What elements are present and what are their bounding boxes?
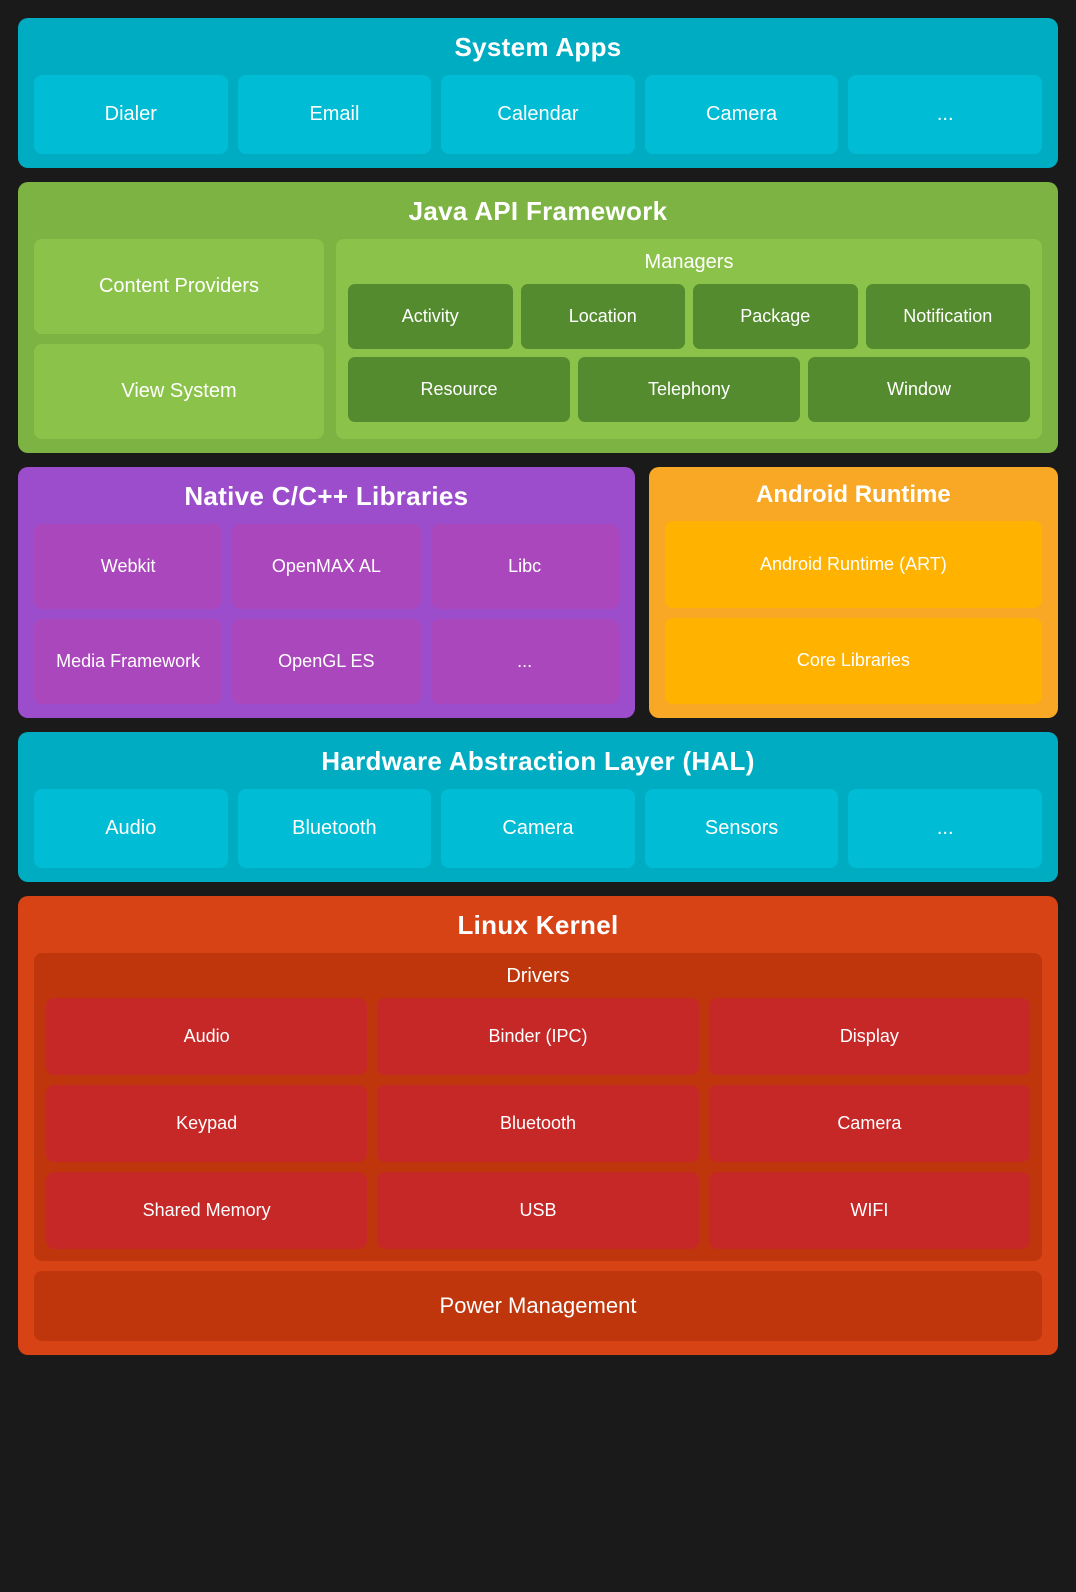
- view-system-box: View System: [34, 344, 324, 439]
- native-openmax: OpenMAX AL: [232, 524, 420, 609]
- app-more: ...: [848, 75, 1042, 154]
- hal-title: Hardware Abstraction Layer (HAL): [34, 746, 1042, 777]
- kernel-inner: Drivers Audio Binder (IPC) Display Keypa…: [34, 953, 1042, 1261]
- hal-layer: Hardware Abstraction Layer (HAL) Audio B…: [18, 732, 1058, 882]
- manager-telephony: Telephony: [578, 357, 800, 422]
- native-media: Media Framework: [34, 619, 222, 704]
- driver-wifi: WIFI: [709, 1172, 1030, 1249]
- hal-more: ...: [848, 789, 1042, 868]
- manager-activity: Activity: [348, 284, 513, 349]
- driver-binder: Binder (IPC): [377, 998, 698, 1075]
- native-libc: Libc: [431, 524, 619, 609]
- java-api-left: Content Providers View System: [34, 239, 324, 439]
- android-runtime-layer: Android Runtime Android Runtime (ART) Co…: [649, 467, 1058, 718]
- hal-sensors: Sensors: [645, 789, 839, 868]
- native-webkit: Webkit: [34, 524, 222, 609]
- hal-audio: Audio: [34, 789, 228, 868]
- native-opengl: OpenGL ES: [232, 619, 420, 704]
- app-calendar: Calendar: [441, 75, 635, 154]
- core-libraries-box: Core Libraries: [665, 618, 1042, 705]
- driver-display: Display: [709, 998, 1030, 1075]
- java-api-inner: Content Providers View System Managers A…: [34, 239, 1042, 439]
- native-more: ...: [431, 619, 619, 704]
- hal-bluetooth: Bluetooth: [238, 789, 432, 868]
- manager-package: Package: [693, 284, 858, 349]
- manager-notification: Notification: [866, 284, 1031, 349]
- driver-bluetooth: Bluetooth: [377, 1085, 698, 1162]
- drivers-title: Drivers: [46, 965, 1030, 988]
- linux-kernel-layer: Linux Kernel Drivers Audio Binder (IPC) …: [18, 896, 1058, 1355]
- system-apps-grid: Dialer Email Calendar Camera ...: [34, 75, 1042, 154]
- manager-resource: Resource: [348, 357, 570, 422]
- driver-audio: Audio: [46, 998, 367, 1075]
- android-runtime-title: Android Runtime: [665, 481, 1042, 509]
- art-box: Android Runtime (ART): [665, 521, 1042, 608]
- content-providers-box: Content Providers: [34, 239, 324, 334]
- hal-grid: Audio Bluetooth Camera Sensors ...: [34, 789, 1042, 868]
- drivers-grid: Audio Binder (IPC) Display Keypad Blueto…: [46, 998, 1030, 1249]
- power-management-box: Power Management: [34, 1271, 1042, 1341]
- native-libs-grid: Webkit OpenMAX AL Libc Media Framework O…: [34, 524, 619, 704]
- manager-window: Window: [808, 357, 1030, 422]
- java-api-right: Managers Activity Location Package Notif…: [336, 239, 1042, 439]
- app-dialer: Dialer: [34, 75, 228, 154]
- app-camera: Camera: [645, 75, 839, 154]
- hal-camera: Camera: [441, 789, 635, 868]
- managers-row2: Resource Telephony Window: [348, 357, 1030, 422]
- driver-camera: Camera: [709, 1085, 1030, 1162]
- java-api-title: Java API Framework: [34, 196, 1042, 227]
- app-email: Email: [238, 75, 432, 154]
- java-api-layer: Java API Framework Content Providers Vie…: [18, 182, 1058, 453]
- manager-location: Location: [521, 284, 686, 349]
- driver-shared-memory: Shared Memory: [46, 1172, 367, 1249]
- driver-keypad: Keypad: [46, 1085, 367, 1162]
- native-runtime-row: Native C/C++ Libraries Webkit OpenMAX AL…: [18, 467, 1058, 718]
- linux-kernel-title: Linux Kernel: [34, 910, 1042, 941]
- native-libs-layer: Native C/C++ Libraries Webkit OpenMAX AL…: [18, 467, 635, 718]
- system-apps-title: System Apps: [34, 32, 1042, 63]
- native-libs-title: Native C/C++ Libraries: [34, 481, 619, 512]
- managers-title: Managers: [348, 251, 1030, 274]
- system-apps-layer: System Apps Dialer Email Calendar Camera…: [18, 18, 1058, 168]
- driver-usb: USB: [377, 1172, 698, 1249]
- managers-row1: Activity Location Package Notification: [348, 284, 1030, 349]
